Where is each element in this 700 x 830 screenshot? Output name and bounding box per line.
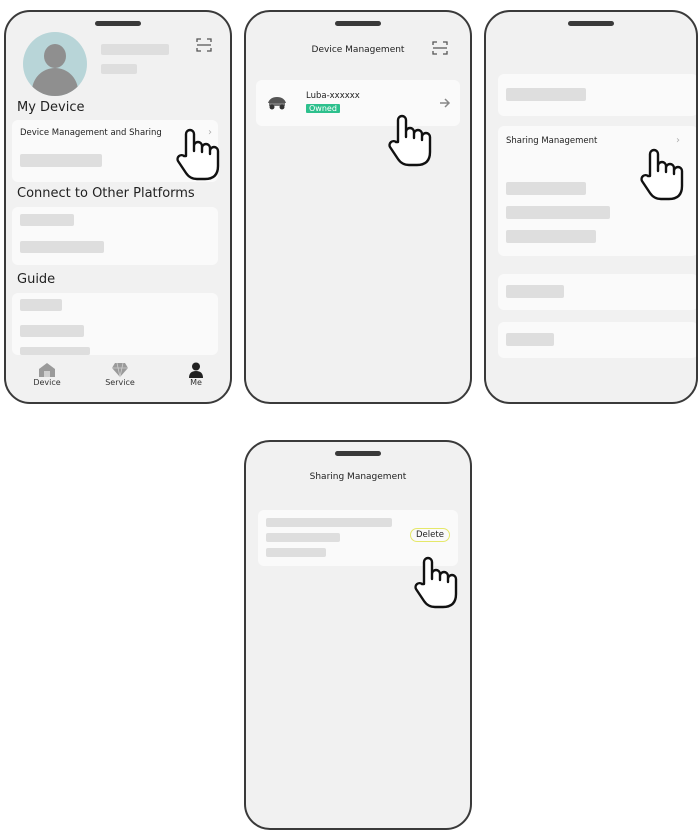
scan-icon[interactable] — [432, 41, 448, 55]
user-info-placeholder — [266, 548, 326, 557]
chevron-right-icon: › — [676, 135, 680, 146]
nav-device-label: Device — [33, 378, 61, 387]
list-item-placeholder — [20, 347, 90, 355]
guide-card — [12, 293, 218, 355]
guide-heading: Guide — [17, 272, 56, 287]
nav-device[interactable]: Device — [20, 362, 74, 387]
setting-item-placeholder — [506, 230, 596, 243]
nav-service-label: Service — [105, 378, 135, 387]
platforms-card — [12, 207, 218, 265]
diamond-icon — [112, 362, 128, 378]
my-device-heading: My Device — [17, 100, 85, 115]
nav-service[interactable]: Service — [93, 362, 147, 387]
person-icon — [189, 362, 203, 378]
list-item-placeholder — [20, 241, 104, 253]
phone-notch — [335, 21, 381, 26]
sharing-management-item[interactable]: Sharing Management — [506, 136, 597, 146]
phone-screen-device-management: Device Management Luba-xxxxxx Owned — [244, 10, 472, 404]
setting-item-placeholder — [506, 285, 564, 298]
device-management-and-sharing-item[interactable]: Device Management and Sharing — [20, 128, 162, 138]
setting-item-placeholder — [506, 206, 610, 219]
phone-notch — [568, 21, 614, 26]
setting-item-placeholder — [506, 333, 554, 346]
avatar — [23, 32, 87, 96]
settings-card-lower — [498, 274, 696, 310]
tap-hand-icon — [414, 556, 458, 609]
setting-item-placeholder — [506, 182, 586, 195]
share-icon[interactable] — [439, 98, 451, 108]
scan-icon[interactable] — [196, 38, 212, 52]
page-title: Sharing Management — [309, 472, 407, 482]
device-name: Luba-xxxxxx — [306, 91, 360, 101]
settings-card-top — [498, 74, 696, 116]
phone-notch — [95, 21, 141, 26]
user-info-placeholder — [266, 518, 392, 527]
tap-hand-icon — [640, 148, 684, 201]
user-info-placeholder — [266, 533, 340, 542]
list-item-placeholder — [20, 214, 74, 226]
phone-screen-device-settings: Sharing Management › — [484, 10, 698, 404]
home-icon — [39, 363, 55, 377]
tap-hand-icon — [176, 128, 220, 181]
username-placeholder — [101, 44, 169, 55]
owned-badge: Owned — [306, 104, 340, 113]
nav-me-label: Me — [190, 378, 202, 387]
list-item-placeholder — [20, 154, 102, 167]
delete-button[interactable]: Delete — [410, 528, 450, 542]
list-item-placeholder — [20, 299, 62, 311]
tap-hand-icon — [388, 114, 432, 167]
setting-item-placeholder — [506, 88, 586, 101]
phone-screen-me: My Device Device Management and Sharing … — [4, 10, 232, 404]
phone-screen-sharing-management: Sharing Management Delete — [244, 440, 472, 830]
list-item-placeholder — [20, 325, 84, 337]
mower-icon — [268, 97, 286, 110]
connect-platforms-heading: Connect to Other Platforms — [17, 186, 195, 201]
nav-me[interactable]: Me — [169, 362, 223, 387]
settings-card-bottom — [498, 322, 696, 358]
phone-notch — [335, 451, 381, 456]
user-info-placeholder — [101, 64, 137, 74]
